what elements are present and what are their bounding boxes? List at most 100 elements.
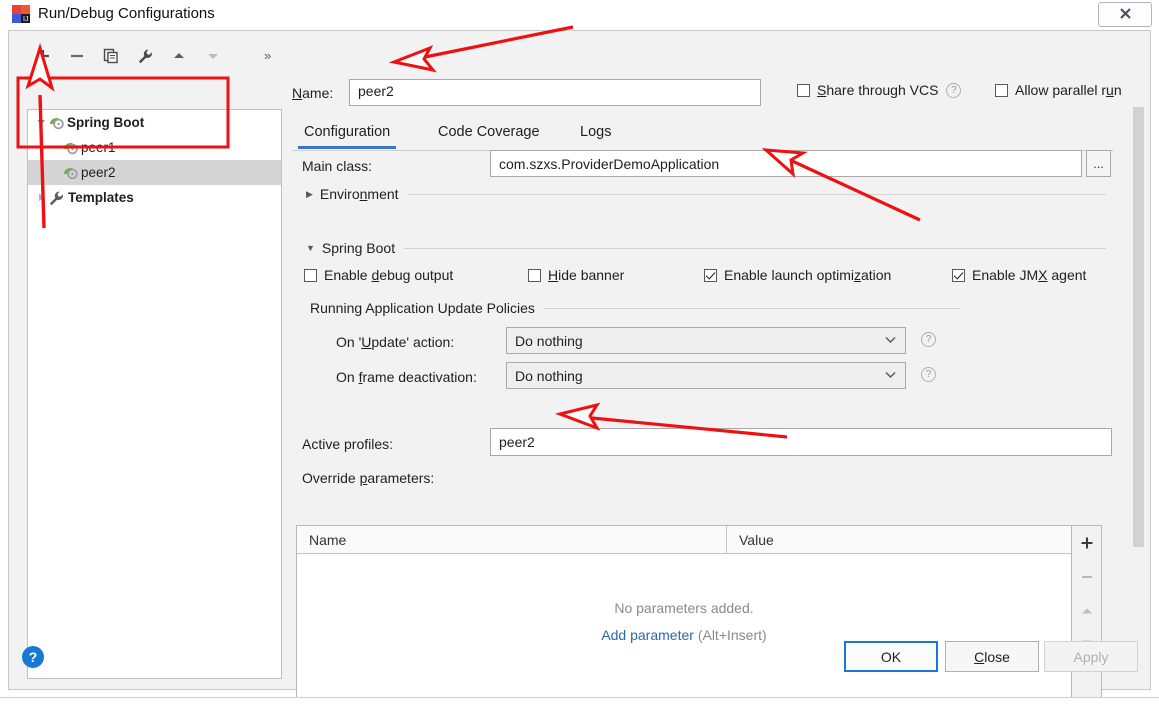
hide-banner-group: Hide banner <box>528 267 624 283</box>
enable-debug-output-group: Enable debug output <box>304 267 453 283</box>
add-configuration-button[interactable] <box>31 44 55 68</box>
table-header: Name Value <box>297 526 1071 554</box>
spring-boot-icon <box>62 140 80 156</box>
on-frame-deactivation-label: On frame deactivation: <box>336 369 477 385</box>
enable-debug-output-checkbox[interactable] <box>304 268 317 282</box>
remove-configuration-button[interactable] <box>65 44 89 68</box>
tree-node-label: Spring Boot <box>67 115 145 130</box>
chevron-down-icon[interactable]: ▼ <box>306 243 315 253</box>
configuration-editor-pane: Name: peer2 Share through VCS ? Allow pa… <box>292 71 1130 704</box>
enable-launch-optimization-checkbox[interactable] <box>704 268 717 282</box>
on-frame-deactivation-select[interactable]: Do nothing <box>506 362 906 389</box>
column-header-name: Name <box>297 526 727 553</box>
tree-node-spring-boot[interactable]: Spring Boot <box>28 110 281 135</box>
ok-button[interactable]: OK <box>844 641 938 672</box>
spring-boot-icon <box>48 115 66 131</box>
help-icon[interactable]: ? <box>22 646 44 668</box>
move-down-button[interactable] <box>201 44 225 68</box>
status-line <box>0 697 1159 706</box>
allow-parallel-run-label: Allow parallel run <box>1015 82 1122 98</box>
hide-banner-checkbox[interactable] <box>528 268 541 282</box>
share-through-vcs-checkbox[interactable] <box>797 83 810 97</box>
name-row: Name: peer2 Share through VCS ? Allow pa… <box>292 79 1130 107</box>
wrench-icon <box>48 190 66 206</box>
chevron-right-icon[interactable]: ▶ <box>306 189 313 200</box>
editor-scrollbar[interactable] <box>1131 71 1146 679</box>
enable-launch-optimization-label: Enable launch optimization <box>724 267 892 283</box>
enable-jmx-agent-group: Enable JMX agent <box>952 267 1086 283</box>
svg-text:IJ: IJ <box>23 16 28 23</box>
environment-section-title: Environment <box>319 186 399 202</box>
override-parameters-label: Override parameters: <box>302 470 435 486</box>
close-icon[interactable] <box>1098 2 1152 27</box>
section-divider <box>407 193 1106 195</box>
update-policies-section-header: Running Application Update Policies <box>310 300 960 316</box>
enable-debug-output-label: Enable debug output <box>324 267 454 283</box>
scrollbar-thumb[interactable] <box>1133 107 1144 547</box>
window-title-bar: IJ Run/Debug Configurations <box>0 0 1159 30</box>
section-divider <box>543 307 960 309</box>
name-input[interactable]: peer2 <box>349 79 761 106</box>
on-frame-deactivation-value: Do nothing <box>515 367 583 384</box>
main-class-browse-button[interactable]: ... <box>1086 150 1111 177</box>
tree-node-label: peer2 <box>81 165 116 180</box>
main-class-input[interactable]: com.szxs.ProviderDemoApplication <box>490 150 1082 177</box>
hide-banner-label: Hide banner <box>548 267 625 283</box>
intellij-idea-icon: IJ <box>12 5 30 23</box>
tree-node-peer2[interactable]: peer2 <box>28 160 281 185</box>
share-through-vcs-group: Share through VCS ? <box>797 82 962 98</box>
active-profiles-input[interactable]: peer2 <box>490 428 1112 456</box>
help-icon[interactable]: ? <box>921 367 936 382</box>
configuration-tab-content: Main class: com.szxs.ProviderDemoApplica… <box>292 150 1114 704</box>
allow-parallel-run-checkbox[interactable] <box>995 83 1008 97</box>
copy-configuration-button[interactable] <box>99 44 123 68</box>
close-button-label: Close <box>974 648 1010 665</box>
on-update-action-value: Do nothing <box>515 332 583 349</box>
allow-parallel-run-group: Allow parallel run <box>995 82 1122 98</box>
tree-node-label: Templates <box>68 190 134 205</box>
main-class-label: Main class: <box>302 158 373 174</box>
window-title: Run/Debug Configurations <box>38 5 215 22</box>
on-update-action-label: On 'Update' action: <box>336 334 455 350</box>
on-update-action-select[interactable]: Do nothing <box>506 327 906 354</box>
spring-boot-section-title: Spring Boot <box>321 240 396 256</box>
move-up-button[interactable] <box>167 44 191 68</box>
environment-section-header[interactable]: ▶ Environment <box>306 186 1106 202</box>
tree-node-templates[interactable]: Templates <box>28 185 281 210</box>
name-label: Name: <box>292 85 334 101</box>
close-button[interactable]: Close <box>945 641 1039 672</box>
move-parameter-up-button[interactable] <box>1072 598 1101 624</box>
collapse-toggle-icon[interactable] <box>34 193 48 202</box>
empty-state-message: No parameters added. <box>614 600 754 616</box>
spring-boot-section-header[interactable]: ▼ Spring Boot <box>306 240 1106 256</box>
section-divider <box>404 247 1106 249</box>
tab-code-coverage[interactable]: Code Coverage <box>432 119 546 149</box>
configurations-tree[interactable]: Spring Boot peer1 peer2 Templates <box>27 109 282 679</box>
close-glyph <box>1099 6 1151 25</box>
add-parameter-button[interactable] <box>1072 530 1101 556</box>
dialog-body: » Spring Boot peer1 peer2 Templates Name… <box>8 30 1151 704</box>
share-through-vcs-label: Share through VCS <box>817 82 939 98</box>
expand-toggle-icon[interactable] <box>34 118 48 127</box>
tab-logs[interactable]: Logs <box>574 119 617 149</box>
editor-tabs: Configuration Code Coverage Logs <box>292 119 1114 151</box>
help-icon[interactable]: ? <box>921 332 936 347</box>
help-icon[interactable]: ? <box>946 82 962 98</box>
spring-boot-icon <box>62 165 80 181</box>
chevron-down-icon[interactable] <box>885 335 896 347</box>
run-debug-configurations-dialog: IJ Run/Debug Configurations » Spring Boo… <box>0 0 1159 706</box>
remove-parameter-button[interactable] <box>1072 564 1101 590</box>
active-profiles-label: Active profiles: <box>302 436 394 452</box>
tree-node-peer1[interactable]: peer1 <box>28 135 281 160</box>
dialog-footer: ? OK Close Apply <box>9 629 1150 689</box>
enable-jmx-agent-label: Enable JMX agent <box>972 267 1087 283</box>
more-options-icon[interactable]: » <box>264 48 271 63</box>
tab-configuration[interactable]: Configuration <box>298 119 397 149</box>
column-header-value: Value <box>739 531 774 548</box>
enable-launch-optimization-group: Enable launch optimization <box>704 267 891 283</box>
chevron-down-icon[interactable] <box>885 370 896 382</box>
update-policies-title: Running Application Update Policies <box>310 300 535 316</box>
tree-node-label: peer1 <box>81 140 116 155</box>
enable-jmx-agent-checkbox[interactable] <box>952 268 965 282</box>
edit-templates-button[interactable] <box>133 44 157 68</box>
